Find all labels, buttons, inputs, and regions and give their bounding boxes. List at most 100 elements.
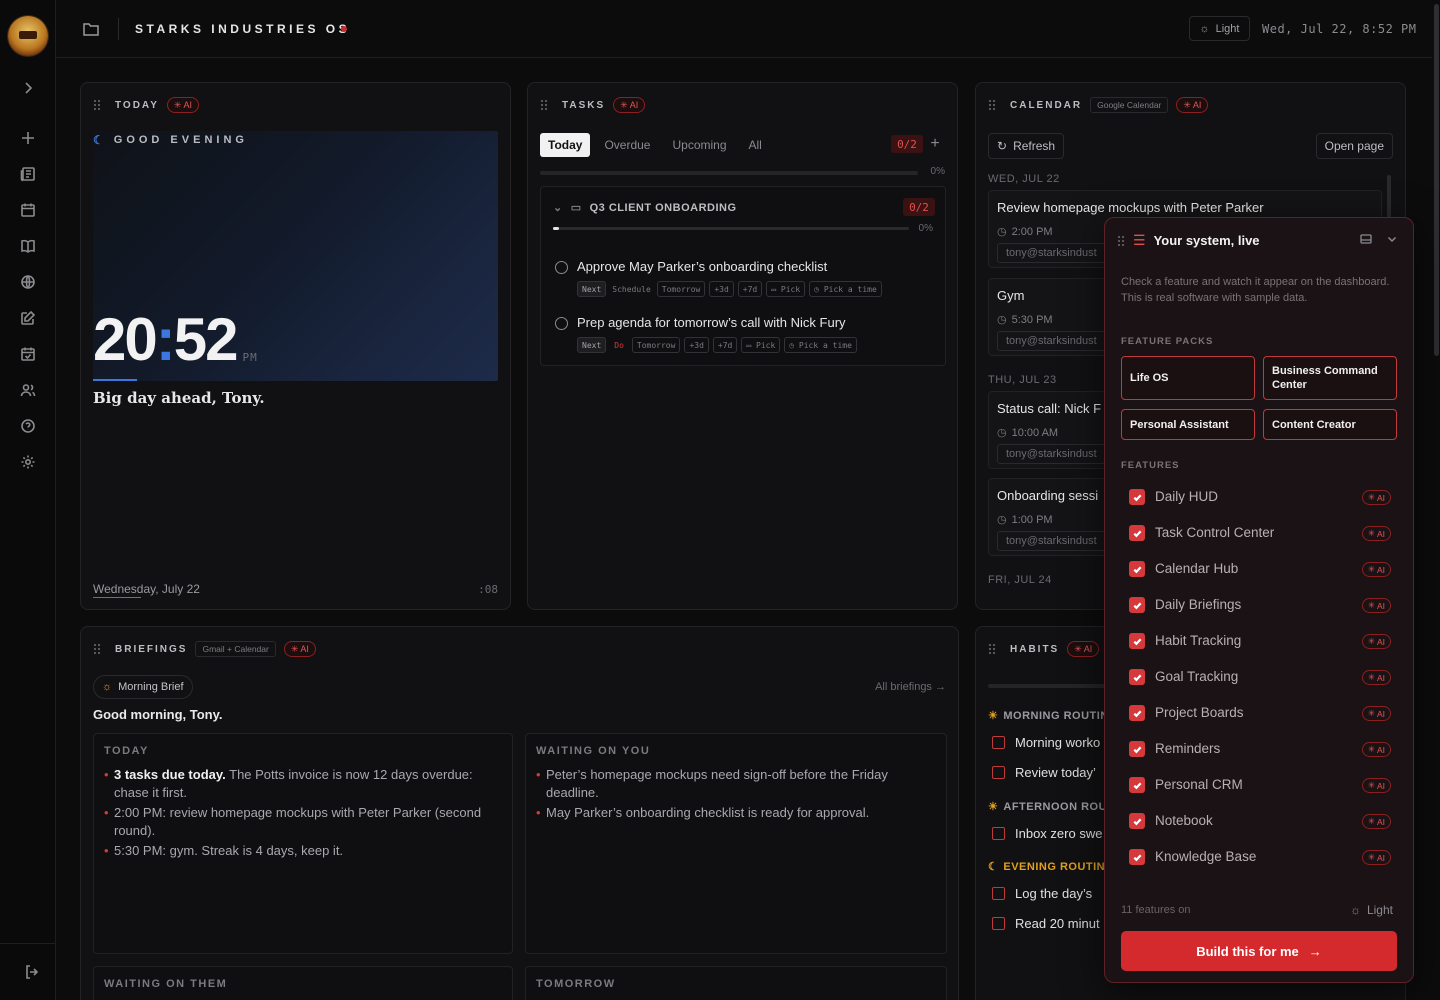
- open-page-button[interactable]: Open page: [1315, 133, 1393, 159]
- chip-tomorrow[interactable]: Tomorrow: [631, 337, 681, 353]
- feature-checkbox[interactable]: [1129, 633, 1145, 649]
- pack-content-creator[interactable]: Content Creator: [1263, 409, 1397, 440]
- tab-all[interactable]: All: [741, 133, 770, 157]
- feature-toggle[interactable]: Task Control Center ✳ AI: [1129, 523, 1391, 543]
- feature-toggle[interactable]: Reminders ✳ AI: [1129, 739, 1391, 759]
- habit-checkbox[interactable]: [992, 827, 1005, 840]
- folder-icon[interactable]: [82, 20, 100, 38]
- habit-checkbox[interactable]: [992, 736, 1005, 749]
- help-icon[interactable]: [16, 414, 40, 438]
- feature-toggle[interactable]: Personal CRM ✳ AI: [1129, 775, 1391, 795]
- globe-icon[interactable]: [16, 270, 40, 294]
- tab-overdue[interactable]: Overdue: [596, 133, 658, 157]
- feature-checkbox[interactable]: [1129, 705, 1145, 721]
- minimize-icon[interactable]: [1359, 232, 1373, 246]
- drag-handle-icon[interactable]: [988, 99, 996, 111]
- feature-checkbox[interactable]: [1129, 813, 1145, 829]
- feature-toggle[interactable]: Project Boards ✳ AI: [1129, 703, 1391, 723]
- feature-checkbox[interactable]: [1129, 741, 1145, 757]
- book-icon[interactable]: [16, 234, 40, 258]
- edit-icon[interactable]: [16, 306, 40, 330]
- refresh-button[interactable]: ↻ Refresh: [988, 133, 1065, 159]
- feature-toggle[interactable]: Calendar Hub ✳ AI: [1129, 559, 1391, 579]
- tab-today[interactable]: Today: [540, 133, 591, 157]
- chip-plus-7d[interactable]: +7d: [712, 337, 738, 353]
- feature-toggle[interactable]: Goal Tracking ✳ AI: [1129, 667, 1391, 687]
- feature-checkbox[interactable]: [1129, 525, 1145, 541]
- feature-toggle[interactable]: Habit Tracking ✳ AI: [1129, 631, 1391, 651]
- settings-gear-icon[interactable]: [16, 450, 40, 474]
- page-scrollbar[interactable]: [1432, 0, 1440, 1000]
- drag-handle-icon[interactable]: [540, 99, 548, 111]
- chip-plus-7d[interactable]: +7d: [737, 281, 763, 297]
- habit-item[interactable]: Review today’: [992, 765, 1096, 780]
- tab-upcoming[interactable]: Upcoming: [664, 133, 734, 157]
- task-title[interactable]: Prep agenda for tomorrow’s call with Nic…: [577, 315, 846, 330]
- calendar-check-icon[interactable]: [16, 342, 40, 366]
- chip-do[interactable]: Do: [610, 337, 628, 353]
- feature-checkbox[interactable]: [1129, 777, 1145, 793]
- app-logo[interactable]: [8, 16, 48, 56]
- habit-checkbox[interactable]: [992, 917, 1005, 930]
- feature-checkbox[interactable]: [1129, 561, 1145, 577]
- theme-toggle-button[interactable]: ☼ Light: [1189, 16, 1250, 41]
- news-icon[interactable]: [16, 162, 40, 186]
- add-task-icon[interactable]: +: [927, 135, 943, 153]
- habit-checkbox[interactable]: [992, 766, 1005, 779]
- habit-item[interactable]: Inbox zero swe: [992, 826, 1102, 841]
- task-complete-checkbox[interactable]: [555, 261, 568, 274]
- feature-checkbox[interactable]: [1129, 669, 1145, 685]
- expand-sidebar-icon[interactable]: [16, 76, 40, 100]
- chip-tomorrow[interactable]: Tomorrow: [656, 281, 706, 297]
- pack-personal-assistant[interactable]: Personal Assistant: [1121, 409, 1255, 440]
- check-icon: [1133, 637, 1142, 645]
- brief-selector[interactable]: ☼ Morning Brief: [93, 675, 193, 699]
- brief-item-text: 5:30 PM: gym. Streak is 4 days, keep it.: [114, 843, 344, 858]
- chip-next[interactable]: Next: [577, 337, 607, 353]
- panel-theme-toggle[interactable]: ☼ Light: [1350, 903, 1393, 917]
- add-icon[interactable]: [16, 126, 40, 150]
- habit-item[interactable]: Morning worko: [992, 735, 1100, 750]
- feature-checkbox[interactable]: [1129, 849, 1145, 865]
- pack-life-os[interactable]: Life OS: [1121, 356, 1255, 400]
- drag-handle-icon[interactable]: [988, 643, 996, 655]
- habit-item[interactable]: Read 20 minut: [992, 916, 1100, 931]
- chip-plus-3d[interactable]: +3d: [709, 281, 734, 297]
- scrollbar-thumb[interactable]: [1434, 4, 1439, 356]
- pack-business-command-center[interactable]: Business Command Center: [1263, 356, 1397, 400]
- chip-pick-date[interactable]: ▭ Pick: [766, 281, 806, 297]
- task-complete-checkbox[interactable]: [555, 317, 568, 330]
- drag-handle-icon[interactable]: [93, 643, 101, 655]
- drag-handle-icon[interactable]: [1117, 234, 1125, 247]
- clock-accent-line: [93, 379, 137, 381]
- build-this-button[interactable]: Build this for me →: [1121, 931, 1397, 971]
- feature-toggle[interactable]: Knowledge Base ✳ AI: [1129, 847, 1391, 867]
- feature-toggle[interactable]: Notebook ✳ AI: [1129, 811, 1391, 831]
- chip-pick-date[interactable]: ▭ Pick: [741, 337, 781, 353]
- chip-pick-time[interactable]: ◷ Pick a time: [809, 281, 882, 297]
- habit-checkbox[interactable]: [992, 887, 1005, 900]
- chip-schedule[interactable]: Schedule: [610, 281, 653, 297]
- task-group-header[interactable]: ⌄ ▭ Q3 CLIENT ONBOARDING: [553, 201, 737, 215]
- habits-progress-bar: [988, 684, 1108, 688]
- all-briefings-link[interactable]: All briefings →: [875, 681, 946, 693]
- clock-icon: ◷: [789, 340, 795, 350]
- chip-next[interactable]: Next: [577, 281, 607, 297]
- feature-checkbox[interactable]: [1129, 489, 1145, 505]
- event-time-text: 5:30 PM: [1011, 313, 1053, 326]
- drag-handle-icon[interactable]: [93, 99, 101, 111]
- card-title: BRIEFINGS: [115, 643, 188, 655]
- chip-pick-time[interactable]: ◷ Pick a time: [784, 337, 857, 353]
- feature-toggle[interactable]: Daily Briefings ✳ AI: [1129, 595, 1391, 615]
- habit-item[interactable]: Log the day’s: [992, 886, 1092, 901]
- task-title[interactable]: Approve May Parker’s onboarding checklis…: [577, 259, 827, 274]
- clock-colon: :: [155, 306, 176, 373]
- logout-icon[interactable]: [20, 960, 44, 984]
- feature-checkbox[interactable]: [1129, 597, 1145, 613]
- feature-toggle[interactable]: Daily HUD ✳ AI: [1129, 487, 1391, 507]
- chevron-down-icon[interactable]: [1385, 232, 1399, 246]
- chip-plus-3d[interactable]: +3d: [684, 337, 709, 353]
- task-group: ⌄ ▭ Q3 CLIENT ONBOARDING 0/2 0% Approve …: [540, 186, 946, 366]
- users-icon[interactable]: [16, 378, 40, 402]
- calendar-icon[interactable]: [16, 198, 40, 222]
